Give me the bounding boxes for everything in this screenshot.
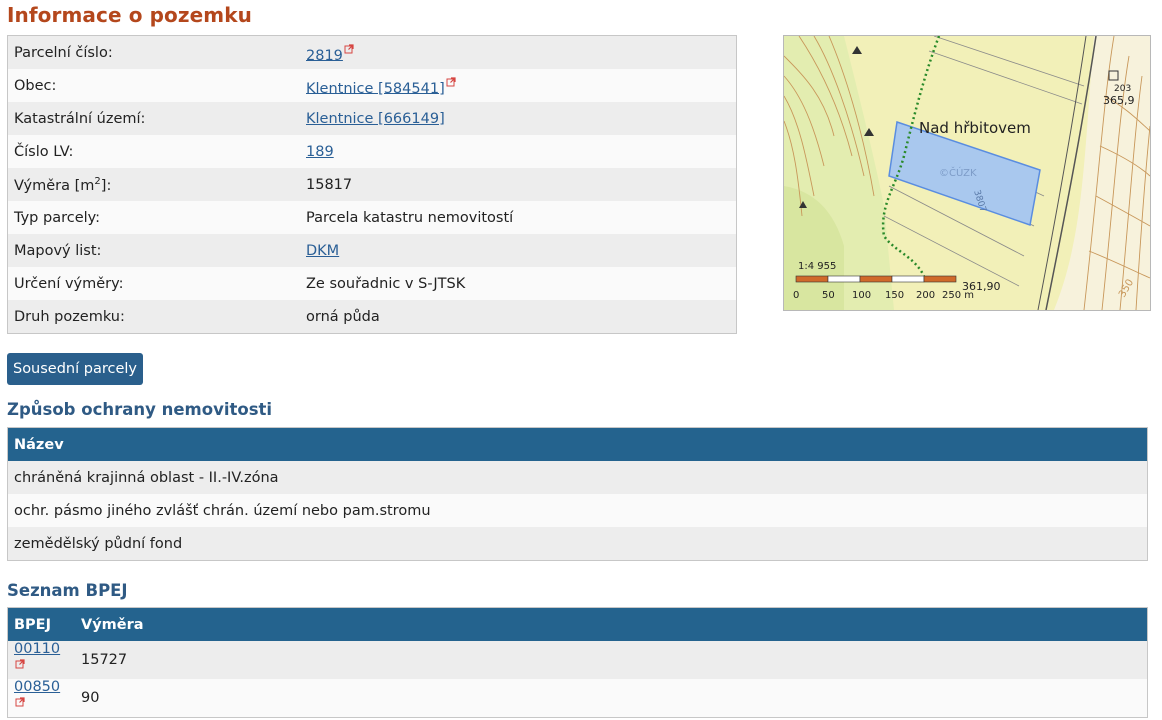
column-header-name: Název xyxy=(7,427,1148,461)
info-label: Určení výměry: xyxy=(7,267,300,300)
protection-name: chráněná krajinná oblast - II.-IV.zóna xyxy=(7,461,1148,494)
map-scale-bar xyxy=(795,275,957,283)
info-row-municipality: Obec: Klentnice [584541] xyxy=(7,69,737,102)
info-label: Katastrální území: xyxy=(7,102,300,135)
info-label: Obec: xyxy=(7,69,300,102)
parcel-map[interactable]: Nad hřbitovem 203 365,9 361,90 350 3807 … xyxy=(783,35,1151,311)
map-scale-ratio: 1:4 955 xyxy=(798,261,836,272)
info-value: Klentnice [666149] xyxy=(300,102,737,135)
cadastral-area-link[interactable]: Klentnice [666149] xyxy=(306,111,445,127)
lv-number-link[interactable]: 189 xyxy=(306,144,334,160)
info-value: Ze souřadnic v S-JTSK xyxy=(300,267,737,300)
bpej-code-link[interactable]: 00110 xyxy=(14,641,60,657)
column-header-bpej: BPEJ xyxy=(7,607,75,641)
table-row: 00110 15727 xyxy=(7,641,1148,679)
external-link-icon[interactable] xyxy=(15,657,25,669)
info-value: 2819 xyxy=(300,35,737,69)
protection-name: ochr. pásmo jiného zvlášť chrán. území n… xyxy=(7,494,1148,527)
info-row-land-type: Druh pozemku: orná půda xyxy=(7,300,737,334)
bpej-area: 90 xyxy=(75,678,1148,718)
map-canvas: Nad hřbitovem 203 365,9 361,90 350 3807 … xyxy=(784,36,1150,310)
municipality-link[interactable]: Klentnice [584541] xyxy=(306,80,445,96)
map-scale-tick: 50 xyxy=(822,290,835,301)
info-row-area-method: Určení výměry: Ze souřadnic v S-JTSK xyxy=(7,267,737,300)
map-elevation-1-num: 203 xyxy=(1114,84,1131,94)
table-header-row: BPEJ Výměra xyxy=(7,607,1148,641)
page-title: Informace o pozemku xyxy=(7,3,252,27)
map-scale-tick: 250 m xyxy=(942,290,974,301)
map-scale-tick: 100 xyxy=(852,290,871,301)
area-label-text: Výměra [m xyxy=(14,177,95,194)
info-row-map-sheet: Mapový list: DKM xyxy=(7,234,737,267)
map-elevation-1: 365,9 xyxy=(1103,94,1135,107)
parcel-number-link[interactable]: 2819 xyxy=(306,47,343,63)
protection-section-title: Způsob ochrany nemovitosti xyxy=(7,400,273,419)
bpej-code-cell: 00110 xyxy=(7,641,75,679)
info-value: Parcela katastru nemovitostí xyxy=(300,201,737,234)
map-place-label: Nad hřbitovem xyxy=(919,119,1031,137)
table-row: chráněná krajinná oblast - II.-IV.zóna xyxy=(7,461,1148,494)
info-value: orná půda xyxy=(300,300,737,334)
info-value: DKM xyxy=(300,234,737,267)
info-label: Číslo LV: xyxy=(7,135,300,168)
map-scale-tick: 200 xyxy=(916,290,935,301)
table-row: 00850 90 xyxy=(7,678,1148,718)
parcel-info-table: Parcelní číslo: 2819 Obec: Klentnice [58… xyxy=(7,35,737,334)
info-label: Mapový list: xyxy=(7,234,300,267)
protection-name: zemědělský půdní fond xyxy=(7,527,1148,561)
map-scale-tick: 150 xyxy=(885,290,904,301)
bpej-code-link[interactable]: 00850 xyxy=(14,679,60,695)
info-label: Druh pozemku: xyxy=(7,300,300,334)
column-header-area: Výměra xyxy=(75,607,1148,641)
external-link-icon[interactable] xyxy=(446,75,456,87)
neighbouring-parcels-button[interactable]: Sousední parcely xyxy=(7,353,143,385)
info-value: Klentnice [584541] xyxy=(300,69,737,102)
table-header-row: Název xyxy=(7,427,1148,461)
info-row-parcel-number: Parcelní číslo: 2819 xyxy=(7,35,737,69)
table-row: zemědělský půdní fond xyxy=(7,527,1148,561)
info-value: 189 xyxy=(300,135,737,168)
info-label: Výměra [m2]: xyxy=(7,168,300,201)
info-label: Parcelní číslo: xyxy=(7,35,300,69)
bpej-section-title: Seznam BPEJ xyxy=(7,581,128,600)
info-row-lv-number: Číslo LV: 189 xyxy=(7,135,737,168)
info-value: 15817 xyxy=(300,168,737,201)
protection-table: Název chráněná krajinná oblast - II.-IV.… xyxy=(7,427,1148,561)
bpej-code-cell: 00850 xyxy=(7,678,75,718)
table-row: ochr. pásmo jiného zvlášť chrán. území n… xyxy=(7,494,1148,527)
external-link-icon[interactable] xyxy=(344,42,354,54)
bpej-area: 15727 xyxy=(75,641,1148,679)
info-row-area: Výměra [m2]: 15817 xyxy=(7,168,737,201)
external-link-icon[interactable] xyxy=(15,695,25,707)
bpej-table: BPEJ Výměra 00110 15727 00850 90 xyxy=(7,607,1148,718)
info-label: Typ parcely: xyxy=(7,201,300,234)
area-label-suffix: ]: xyxy=(100,177,112,194)
map-sheet-link[interactable]: DKM xyxy=(306,243,339,259)
map-watermark: ©ČÚZK xyxy=(939,166,977,179)
map-scale-tick: 0 xyxy=(793,290,799,301)
info-row-parcel-type: Typ parcely: Parcela katastru nemovitost… xyxy=(7,201,737,234)
info-row-cadastral-area: Katastrální území: Klentnice [666149] xyxy=(7,102,737,135)
